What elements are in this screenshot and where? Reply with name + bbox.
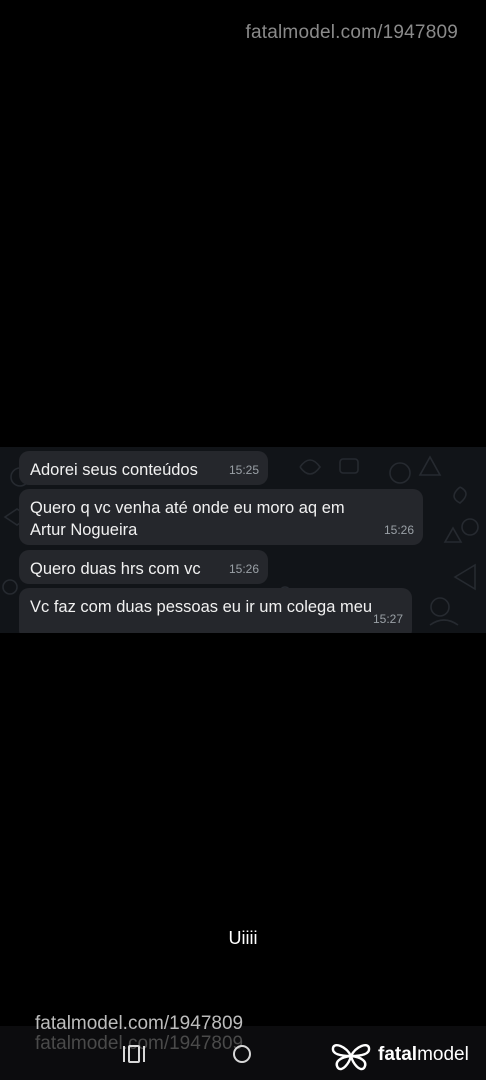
message-time: 15:27	[372, 612, 403, 626]
message-bubble-4: Vc faz com duas pessoas eu ir um colega …	[19, 588, 412, 633]
caption: Uiiii	[228, 928, 258, 948]
watermark-top: fatalmodel.com/1947809	[245, 22, 458, 43]
message-time: 15:25	[228, 463, 259, 477]
home-icon[interactable]	[230, 1042, 254, 1066]
recents-icon[interactable]	[121, 1042, 147, 1066]
message-text: Quero duas hrs com vc	[30, 560, 201, 578]
chat-screenshot: Adorei seus conteúdos 15:25 Quero q vc v…	[0, 447, 486, 633]
watermark-bottom: fatalmodel.com/1947809	[35, 1013, 244, 1034]
brand: fatalmodel	[330, 1040, 480, 1072]
message-time: 15:26	[383, 523, 414, 537]
message-bubble-1: Adorei seus conteúdos 15:25	[19, 451, 268, 485]
message-text: Adorei seus conteúdos	[30, 461, 198, 479]
message-time: 15:26	[228, 562, 259, 576]
message-text: Quero q vc venha até onde eu moro aq em …	[30, 499, 345, 539]
fatalmodel-logo-icon	[331, 1044, 371, 1071]
message-text: Vc faz com duas pessoas eu ir um colega …	[30, 598, 373, 616]
message-bubble-2: Quero q vc venha até onde eu moro aq em …	[19, 489, 423, 545]
message-bubble-3: Quero duas hrs com vc 15:26	[19, 550, 268, 584]
brand-name: fatalmodel	[378, 1044, 469, 1065]
